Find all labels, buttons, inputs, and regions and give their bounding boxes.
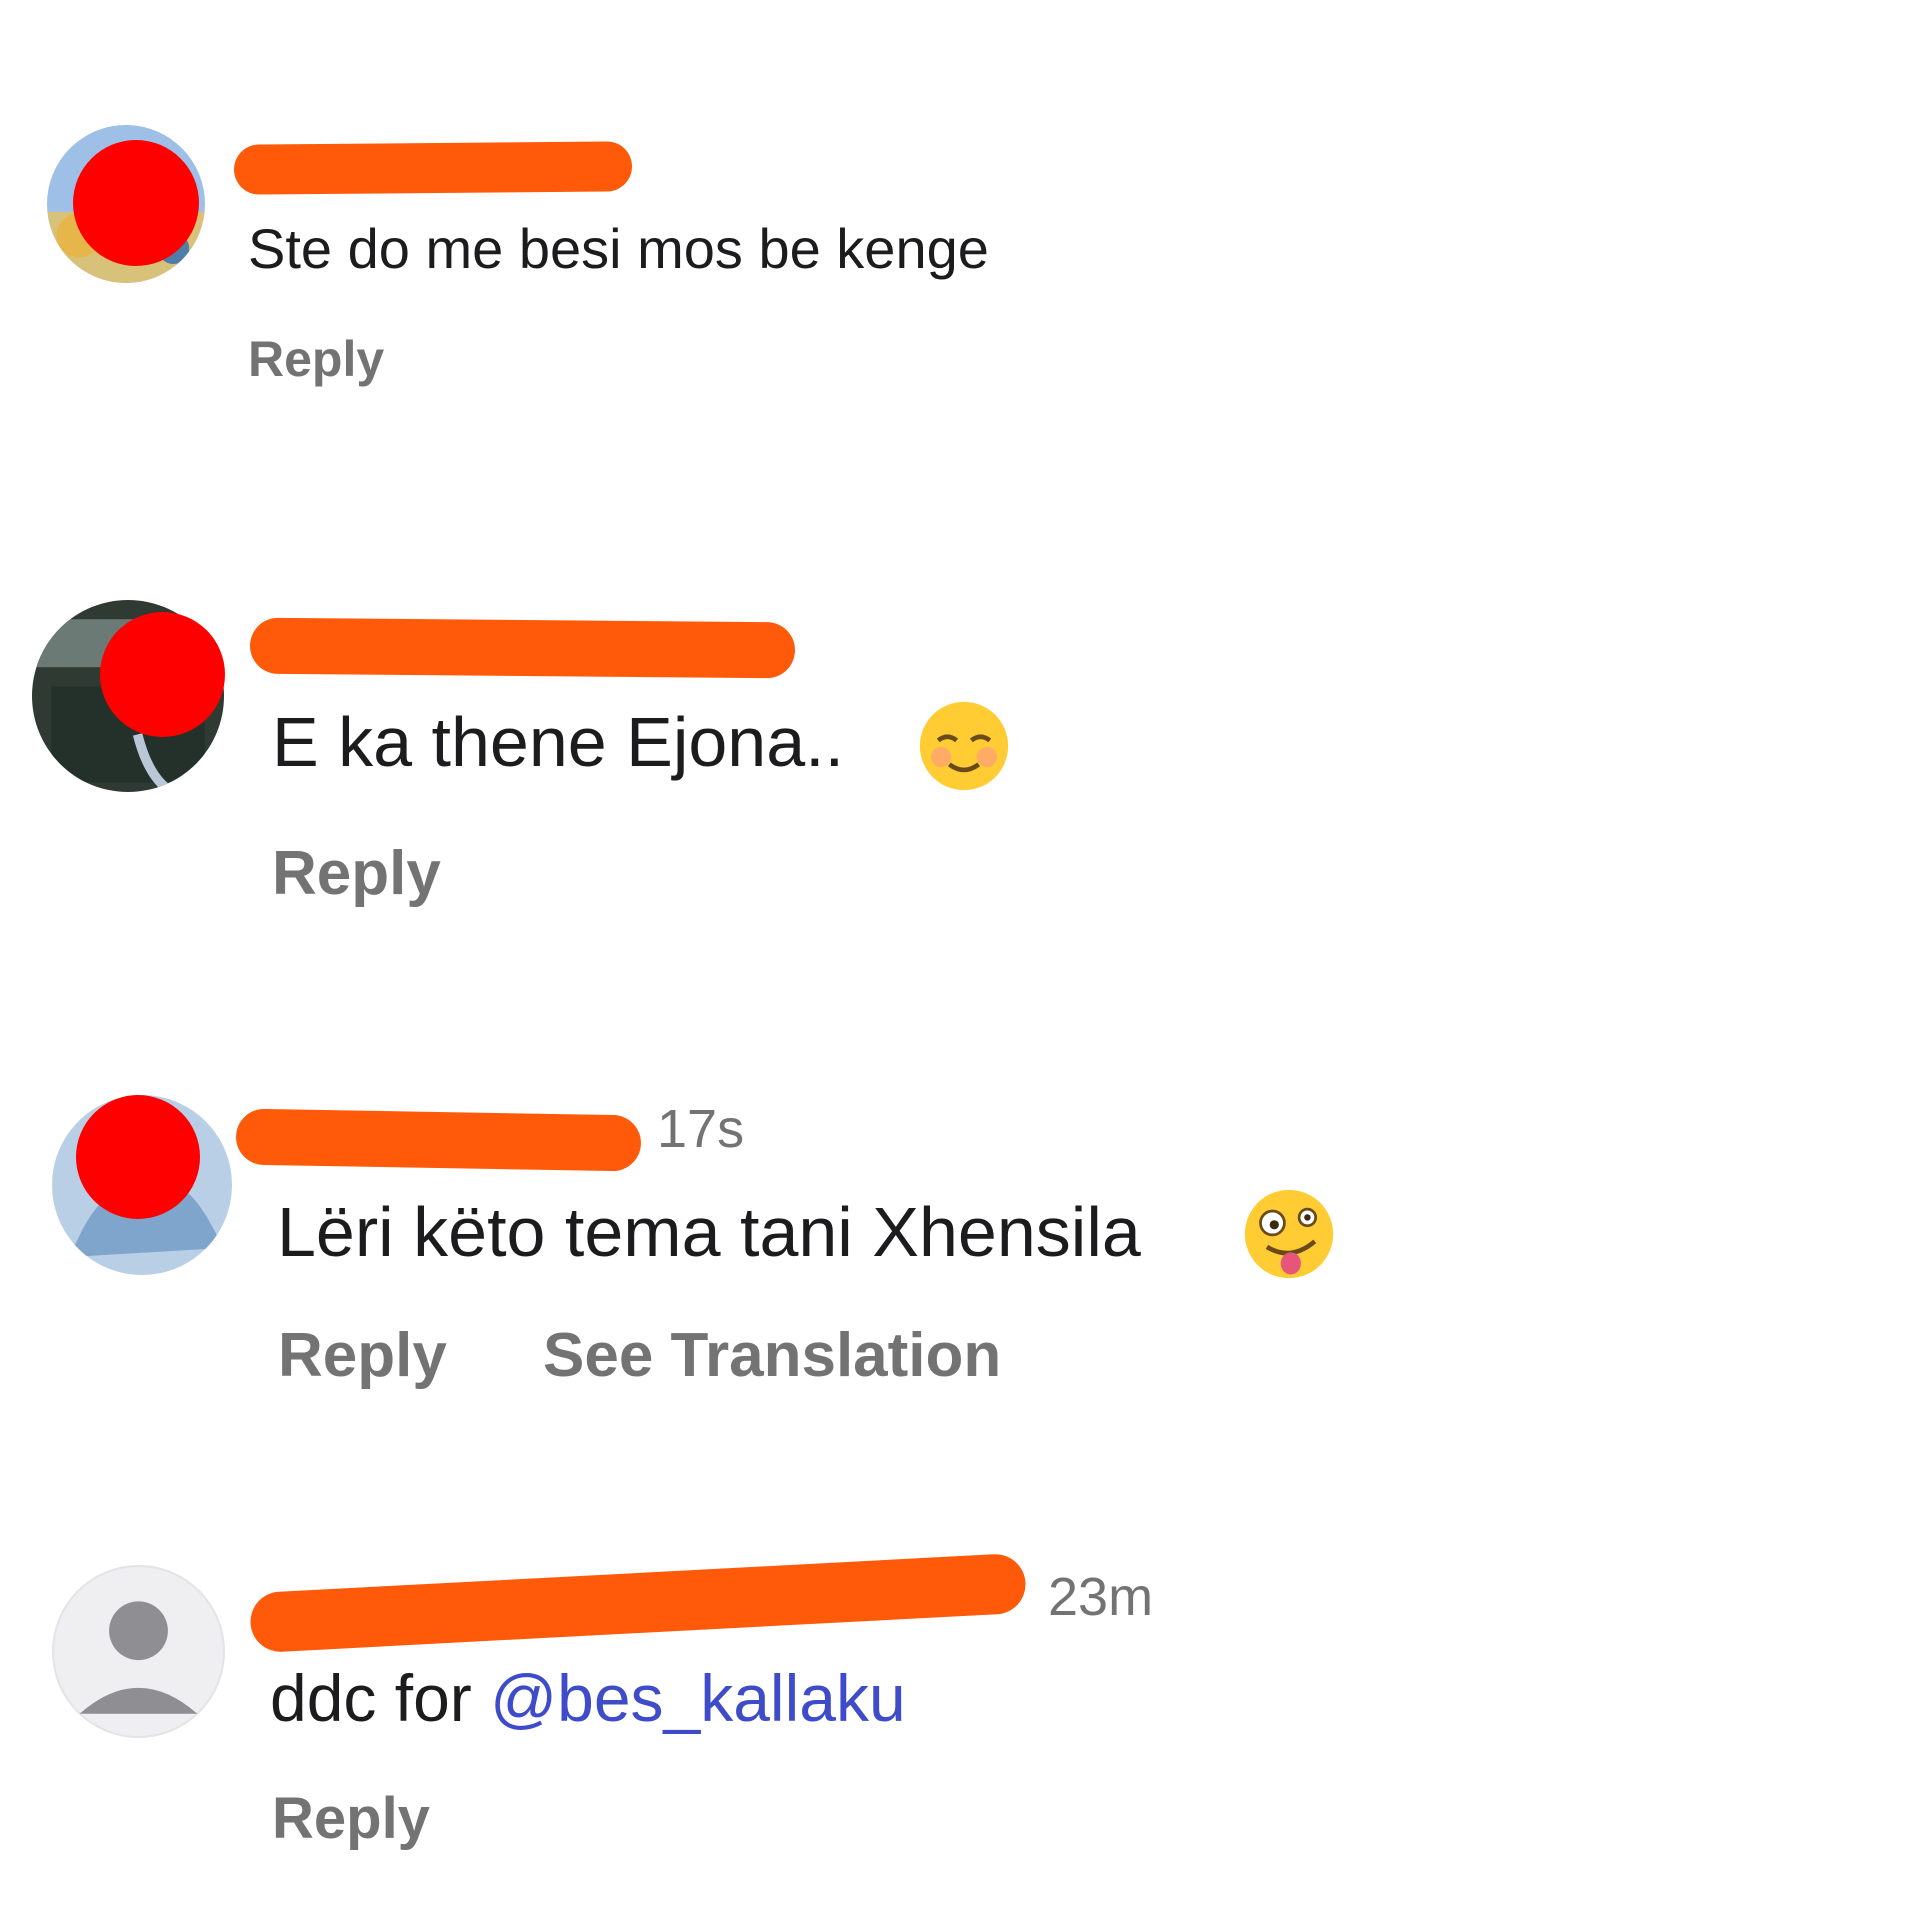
comment-4: 23m ddc for @bes_kallaku Reply [0, 0, 1920, 1920]
username-redaction [248, 1552, 1028, 1654]
mention-link[interactable]: @bes_kallaku [490, 1661, 906, 1735]
comment-text-body: ddc for [270, 1661, 491, 1735]
default-avatar-icon[interactable] [52, 1565, 225, 1738]
comment-text: ddc for @bes_kallaku [270, 1660, 906, 1736]
comment-timestamp: 23m [1048, 1567, 1154, 1627]
reply-button[interactable]: Reply [272, 1785, 430, 1852]
